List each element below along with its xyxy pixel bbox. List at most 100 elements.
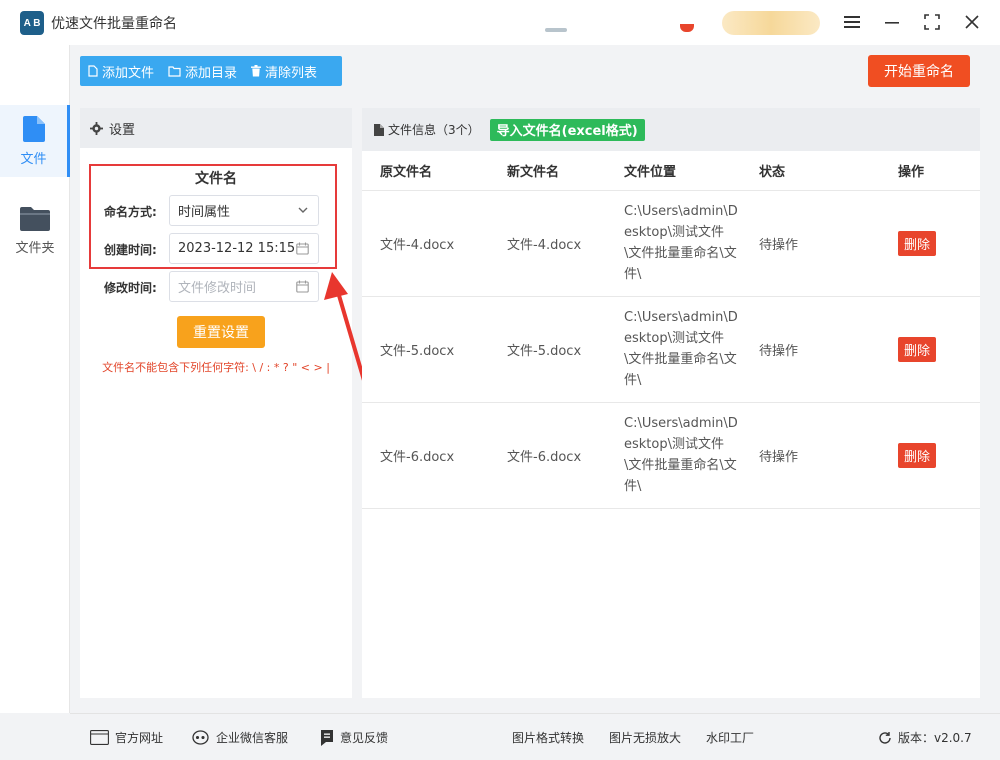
left-nav: 文件 文件夹 [0, 45, 70, 713]
menu-icon [844, 16, 860, 28]
table-row[interactable]: 文件-5.docx 文件-5.docx C:\Users\admin\Deskt… [362, 296, 980, 403]
original-filename: 文件-4.docx [362, 190, 489, 297]
column-header-new: 新文件名 [489, 151, 615, 191]
app-title: 优速文件批量重命名 [51, 16, 177, 32]
refresh-icon [879, 731, 891, 744]
nav-item-file[interactable]: 文件 [0, 105, 70, 177]
table-header-row: 原文件名 新文件名 文件位置 状态 操作 [362, 151, 980, 191]
official-website-label: 官方网址 [115, 731, 164, 745]
column-header-status: 状态 [741, 151, 869, 191]
nav-item-folder[interactable]: 文件夹 [0, 195, 70, 267]
folder-icon [20, 206, 50, 231]
menu-button[interactable] [840, 10, 864, 34]
chat-icon [192, 729, 209, 745]
file-status: 待操作 [741, 296, 869, 403]
minimize-icon [885, 22, 899, 24]
footer-bar: 官方网址 企业微信客服 意见反馈 图片格式转换 图片无损放大 水印工厂 版本：v… [70, 713, 1000, 760]
app-logo: A B [20, 11, 44, 35]
promo-badge[interactable] [680, 24, 694, 32]
gear-icon [90, 121, 103, 135]
settings-panel: 设置 文件名 命名方式: 时间属性 创建时间: 2023-12-12 15:15… [80, 108, 352, 698]
maximize-icon [924, 14, 940, 30]
reset-settings-button[interactable]: 重置设置 [177, 316, 265, 348]
modified-time-label: 修改时间: [104, 281, 157, 295]
clear-list-button[interactable]: 清除列表 [251, 62, 317, 81]
file-info-header: 文件信息（3个） 导入文件名(excel格式) [362, 108, 980, 151]
file-location: C:\Users\admin\Desktop\测试文件\文件批量重命名\文件\ [615, 190, 741, 297]
clear-list-label: 清除列表 [265, 65, 318, 81]
watermark-factory-link[interactable]: 水印工厂 [706, 729, 754, 746]
settings-header: 设置 [80, 108, 352, 148]
chevron-down-icon [298, 207, 308, 213]
file-status: 待操作 [741, 402, 869, 509]
file-icon [22, 115, 45, 142]
import-filenames-button[interactable]: 导入文件名(excel格式) [489, 118, 645, 141]
feedback-label: 意见反馈 [340, 731, 389, 745]
nav-label-file: 文件 [20, 151, 47, 167]
file-location: C:\Users\admin\Desktop\测试文件\文件批量重命名\文件\ [615, 296, 741, 403]
naming-method-value: 时间属性 [178, 205, 231, 220]
image-enlarge-link[interactable]: 图片无损放大 [609, 729, 681, 746]
delete-button[interactable]: 删除 [898, 230, 937, 256]
file-count-label: 文件信息（3个） [388, 123, 480, 137]
original-filename: 文件-5.docx [362, 296, 489, 403]
new-filename: 文件-6.docx [489, 402, 615, 509]
naming-method-select[interactable]: 时间属性 [169, 195, 319, 226]
original-filename: 文件-6.docx [362, 402, 489, 509]
new-filename: 文件-4.docx [489, 190, 615, 297]
document-icon [374, 123, 384, 136]
version-label: 版本：v2.0.7 [898, 731, 972, 745]
column-header-action: 操作 [869, 151, 980, 191]
modified-time-input[interactable]: 文件修改时间 [169, 271, 319, 302]
maximize-button[interactable] [920, 10, 944, 34]
add-directory-button[interactable]: 添加目录 [168, 62, 237, 81]
modified-time-placeholder: 文件修改时间 [178, 281, 257, 296]
created-time-value: 2023-12-12 15:15 [178, 241, 296, 256]
created-time-label: 创建时间: [104, 243, 157, 257]
feedback-icon [321, 729, 333, 746]
close-icon [965, 15, 979, 29]
close-button[interactable] [960, 10, 984, 34]
naming-method-label: 命名方式: [104, 205, 157, 219]
title-bar: A B 优速文件批量重命名 [0, 0, 1000, 45]
website-icon [90, 730, 109, 745]
table-row[interactable]: 文件-4.docx 文件-4.docx C:\Users\admin\Deskt… [362, 190, 980, 297]
file-location: C:\Users\admin\Desktop\测试文件\文件批量重命名\文件\ [615, 402, 741, 509]
filename-section-title: 文件名 [195, 171, 237, 187]
folder-open-icon [168, 65, 181, 77]
trash-icon [251, 65, 262, 77]
minimize-button[interactable] [880, 10, 904, 34]
invalid-chars-warning: 文件名不能包含下列任何字符: \ / : * ? " < > | [102, 361, 330, 374]
promo-banner[interactable] [722, 11, 820, 35]
official-website-link[interactable]: 官方网址 [90, 729, 163, 746]
delete-button[interactable]: 删除 [898, 336, 937, 362]
settings-title: 设置 [109, 122, 136, 138]
calendar-icon [296, 280, 309, 293]
wechat-support-label: 企业微信客服 [216, 731, 289, 745]
new-filename: 文件-5.docx [489, 296, 615, 403]
promo-banner-mark [545, 28, 567, 32]
file-list-panel: 文件信息（3个） 导入文件名(excel格式) 原文件名 新文件名 文件位置 状… [362, 108, 980, 698]
start-rename-button[interactable]: 开始重命名 [868, 55, 970, 87]
action-cell: 删除 [869, 190, 980, 297]
calendar-icon [296, 242, 309, 255]
file-add-icon [88, 65, 98, 77]
created-time-input[interactable]: 2023-12-12 15:15 [169, 233, 319, 264]
add-directory-label: 添加目录 [185, 65, 238, 81]
column-header-original: 原文件名 [362, 151, 489, 191]
feedback-link[interactable]: 意见反馈 [320, 729, 388, 746]
action-cell: 删除 [869, 296, 980, 403]
toolbar: 添加文件 添加目录 清除列表 [80, 56, 342, 86]
nav-label-folder: 文件夹 [15, 240, 55, 256]
delete-button[interactable]: 删除 [898, 442, 937, 468]
wechat-support-link[interactable]: 企业微信客服 [192, 729, 288, 746]
add-file-label: 添加文件 [102, 65, 155, 81]
action-cell: 删除 [869, 402, 980, 509]
image-format-convert-link[interactable]: 图片格式转换 [512, 729, 584, 746]
version-info[interactable]: 版本：v2.0.7 [878, 729, 972, 746]
add-file-button[interactable]: 添加文件 [88, 62, 154, 81]
file-status: 待操作 [741, 190, 869, 297]
table-row[interactable]: 文件-6.docx 文件-6.docx C:\Users\admin\Deskt… [362, 402, 980, 509]
column-header-location: 文件位置 [615, 151, 741, 191]
file-table: 原文件名 新文件名 文件位置 状态 操作 文件-4.docx 文件-4.docx… [362, 151, 980, 509]
